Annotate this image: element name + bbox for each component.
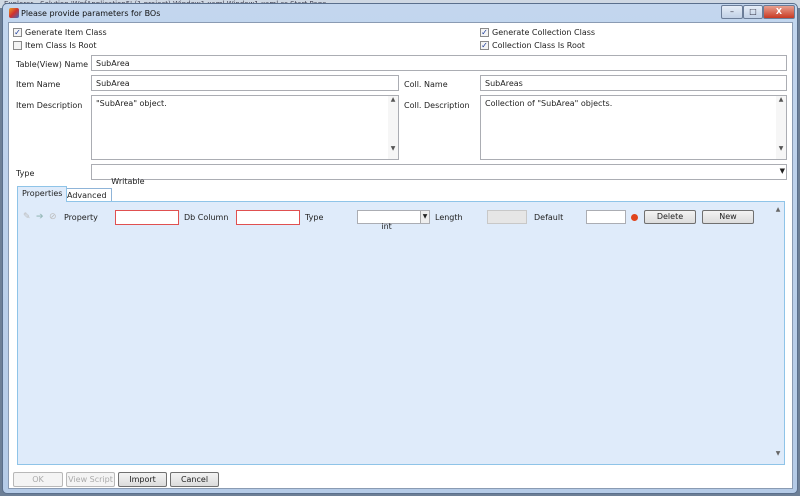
checkbox-checked-icon: ✓ [480, 28, 489, 37]
checkbox-label: Generate Item Class [25, 28, 107, 37]
type-value: Writable [111, 177, 145, 186]
checkbox-label: Generate Collection Class [492, 28, 596, 37]
view-script-button[interactable]: View Script [66, 472, 115, 487]
coll-description-text: Collection of "SubArea" objects. [485, 99, 613, 108]
default-input[interactable] [586, 210, 626, 224]
arrow-icon: ➔ [36, 212, 44, 222]
property-type-select[interactable]: int ▼ [357, 210, 430, 231]
type-select[interactable]: Writable ▼ [91, 164, 787, 186]
new-button[interactable]: New [702, 210, 754, 224]
app-icon [9, 8, 19, 18]
import-button[interactable]: Import [118, 472, 167, 487]
item-name-input[interactable]: SubArea [91, 75, 399, 91]
default-label: Default [534, 213, 564, 222]
property-type-value: int [381, 222, 392, 231]
coll-description-label: Coll. Description [404, 101, 470, 110]
generate-item-class-checkbox[interactable]: ✓ Generate Item Class [13, 28, 107, 37]
item-class-is-root-checkbox[interactable]: Item Class Is Root [13, 41, 97, 50]
cancel-button[interactable]: Cancel [170, 472, 219, 487]
item-name-label: Item Name [16, 80, 61, 89]
coll-name-label: Coll. Name [404, 80, 448, 89]
ok-button[interactable]: OK [13, 472, 63, 487]
key-icon: ✎ [23, 212, 31, 222]
dialog-content: ✓ Generate Item Class Item Class Is Root… [8, 22, 793, 489]
link-icon: ⊘ [49, 212, 57, 222]
delete-button[interactable]: Delete [644, 210, 696, 224]
error-icon [631, 214, 638, 221]
db-column-input[interactable] [236, 210, 300, 225]
property-label: Property [64, 213, 98, 222]
table-view-name-label: Table(View) Name [16, 60, 89, 69]
scrollbar[interactable]: ▲ ▼ [388, 96, 398, 159]
item-description-text: "SubArea" object. [96, 99, 167, 108]
checkbox-checked-icon: ✓ [480, 41, 489, 50]
db-column-label: Db Column [184, 213, 229, 222]
dialog-window: Please provide parameters for BOs – □ X … [2, 3, 798, 494]
close-button[interactable]: X [763, 5, 795, 19]
length-label: Length [435, 213, 463, 222]
coll-name-input[interactable]: SubAreas [480, 75, 787, 91]
checkbox-unchecked-icon [13, 41, 22, 50]
chevron-down-icon: ▼ [779, 167, 785, 175]
minimize-button[interactable]: – [721, 5, 743, 19]
checkbox-label: Item Class Is Root [25, 41, 97, 50]
tab-properties[interactable]: Properties [17, 186, 68, 202]
scroll-down-icon[interactable]: ▼ [773, 450, 783, 457]
checkbox-label: Collection Class Is Root [492, 41, 585, 50]
property-type-label: Type [305, 213, 324, 222]
type-label: Type [16, 169, 35, 178]
tab-advanced[interactable]: Advanced [62, 188, 112, 202]
generate-collection-class-checkbox[interactable]: ✓ Generate Collection Class [480, 28, 595, 37]
maximize-button[interactable]: □ [743, 5, 763, 19]
coll-description-textarea[interactable]: Collection of "SubArea" objects. ▲ ▼ [480, 95, 787, 160]
table-view-name-input[interactable]: SubArea [91, 55, 787, 71]
chevron-down-icon: ▼ [420, 211, 429, 223]
checkbox-checked-icon: ✓ [13, 28, 22, 37]
collection-class-is-root-checkbox[interactable]: ✓ Collection Class Is Root [480, 41, 585, 50]
property-input[interactable] [115, 210, 179, 225]
properties-panel: ✎ ➔ ⊘ Property Db Column Type int ▼ Leng… [17, 201, 785, 465]
window-title: Please provide parameters for BOs [21, 9, 161, 18]
item-description-textarea[interactable]: "SubArea" object. ▲ ▼ [91, 95, 399, 160]
length-input[interactable] [487, 210, 527, 224]
panel-scrollbar[interactable]: ▲ [773, 206, 783, 462]
item-description-label: Item Description [16, 101, 83, 110]
scrollbar[interactable]: ▲ ▼ [776, 96, 786, 159]
